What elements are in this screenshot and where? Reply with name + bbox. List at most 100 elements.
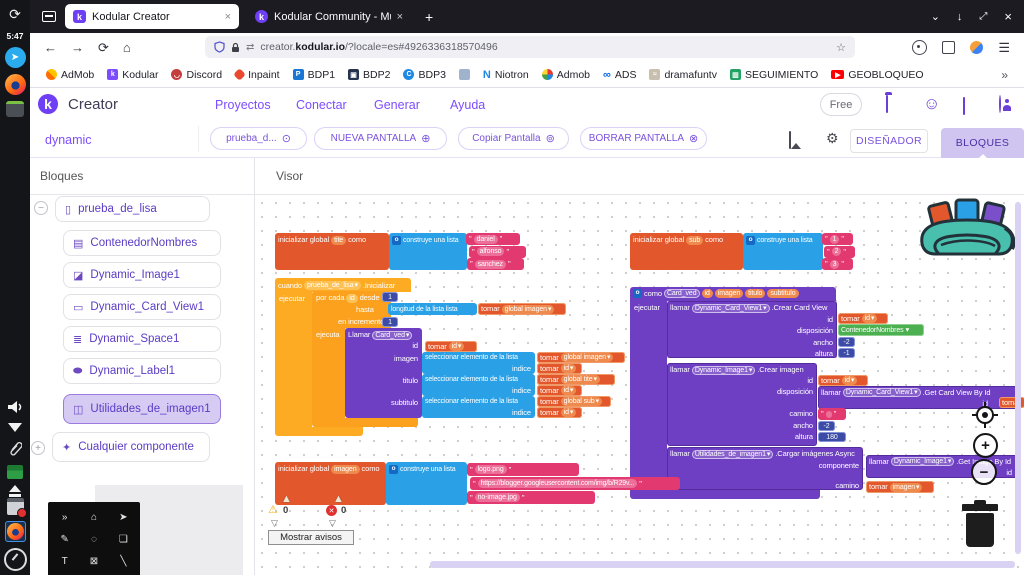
vertical-scrollbar[interactable] (1015, 202, 1021, 554)
bookmark-inpaint[interactable]: Inpaint (233, 68, 280, 81)
package-icon[interactable] (7, 465, 23, 479)
gauge-icon[interactable] (3, 548, 27, 571)
number-block[interactable]: 180 (818, 432, 846, 442)
component-dropdown[interactable]: Dynamic_Image1 ▾ (691, 365, 756, 375)
back-icon[interactable]: ← (44, 40, 57, 55)
palette-text-icon[interactable]: T (62, 556, 68, 567)
account-circle-icon[interactable] (999, 95, 1001, 113)
procedure-dropdown[interactable]: Card_ved ▾ (372, 330, 413, 340)
dropdown-chip[interactable]: id ▾ (560, 364, 577, 373)
text-block[interactable]: " no-image.jpg " (467, 491, 595, 504)
palette-frame-icon[interactable]: ⊠ (90, 556, 98, 567)
component-contenedor-block[interactable]: ContenedorNombres ▾ (838, 324, 924, 336)
make-list-block[interactable]: o construye una lista (386, 462, 467, 505)
get-id-block[interactable]: tomar id ▾ (425, 341, 477, 352)
delete-screen-button[interactable]: BORRAR PANTALLA ⊗ (580, 127, 707, 150)
number-block[interactable]: -2 (818, 421, 835, 431)
blocks-canvas[interactable]: inicializar global tite como o construye un… (255, 196, 1024, 575)
procedure-gutter[interactable]: ejecutar (630, 301, 667, 490)
tab-kodular-creator[interactable]: k Kodular Creator × (65, 4, 239, 29)
backpack-icon[interactable] (915, 198, 1020, 256)
bookmark-bdp1[interactable]: P BDP1 (292, 69, 335, 81)
mutator-icon[interactable]: o (392, 235, 401, 245)
dropdown-chip[interactable]: id ▾ (861, 314, 878, 323)
for-each-gutter[interactable]: ejecuta (312, 328, 345, 418)
dropdown-chip[interactable]: id ▾ (841, 376, 858, 385)
tree-item-dynamic-space[interactable]: ≣ Dynamic_Space1 (63, 326, 221, 352)
zoom-in-button[interactable]: + (973, 433, 998, 458)
url-bar[interactable]: ⇄ creator.kodular.io/?locale=es#49263363… (205, 36, 855, 58)
bookmark-ads[interactable]: ∞ ADS (603, 69, 636, 81)
telegram-icon[interactable]: ➤ (4, 47, 26, 68)
tab-kodular-community[interactable]: k Kodular Community - Mu × (245, 4, 413, 29)
number-block[interactable]: 1 (382, 317, 398, 327)
make-list-block[interactable]: o construye una lista (743, 233, 823, 270)
warning-icon[interactable]: ⚠ (268, 503, 278, 516)
param-chip[interactable]: imagen (714, 289, 744, 298)
get-id-block[interactable]: tomar id ▾ (537, 385, 582, 396)
expand-toggle-icon[interactable]: + (31, 441, 45, 455)
bookmark-geobloqueo[interactable]: ▶ GEOBLOQUEO (831, 69, 924, 81)
number-block[interactable]: -2 (838, 337, 855, 347)
copy-screen-button[interactable]: Copiar Pantalla ⊚ (458, 127, 569, 150)
extensions-icon[interactable] (942, 41, 956, 54)
tab-blocks-active[interactable]: BLOQUES (941, 128, 1024, 158)
bookmark-dramafuntv[interactable]: ≈ dramafuntv (649, 69, 717, 81)
center-blocks-icon[interactable] (972, 402, 998, 428)
component-dropdown[interactable]: Utilidades_de_imagen1 ▾ (691, 449, 774, 459)
network-icon[interactable] (8, 423, 22, 432)
mutator-icon[interactable]: o (746, 235, 755, 245)
power-icon[interactable]: ⟳ (5, 4, 26, 25)
get-global-imagen-block[interactable]: tomar global imagen ▾ (537, 352, 625, 363)
new-tab-button[interactable]: + (425, 9, 433, 25)
number-block[interactable]: 1 (382, 292, 398, 302)
assets-image-icon[interactable] (789, 131, 791, 149)
text-block[interactable]: " 1 " (822, 233, 853, 245)
dropdown-chip[interactable]: global imagen ▾ (501, 304, 555, 314)
get-imagen-block[interactable]: tomar imagen ▾ (866, 481, 934, 493)
text-block[interactable]: " sanchez " (467, 258, 524, 270)
param-chip[interactable]: id (701, 289, 713, 298)
number-block[interactable]: -1 (838, 348, 855, 358)
tree-item-dynamic-cardview[interactable]: ▭ Dynamic_Card_View1 (63, 294, 221, 320)
text-block[interactable]: " alfonso " (469, 245, 526, 258)
for-each-block[interactable]: por cada id desde hasta en incrementos d… (312, 291, 398, 328)
container-icon[interactable]: ⇄ (246, 42, 254, 53)
variable-block[interactable]: inicializar global sub como (630, 233, 743, 270)
bookmark-bdp3[interactable]: C BDP3 (403, 69, 446, 81)
bookmark-unnamed[interactable] (458, 69, 470, 80)
tree-item-screen[interactable]: ▯ prueba_de_lisa (55, 196, 210, 222)
component-dropdown[interactable]: Dynamic_Card_View1 ▾ (842, 388, 921, 397)
firefox-view-icon[interactable] (38, 6, 59, 27)
procedure-bottom[interactable] (630, 490, 820, 499)
menu-icon[interactable]: ☰ (998, 40, 1010, 56)
get-global-imagen-block[interactable]: tomar global imagen ▾ (478, 303, 566, 315)
for-each-bottom[interactable] (312, 418, 418, 427)
dropdown-chip[interactable]: imagen ▾ (889, 482, 923, 492)
select-list-item-block[interactable]: seleccionar elemento de la lista indice (422, 374, 535, 396)
palette-page-icon[interactable]: ❏ (119, 534, 128, 545)
plan-badge[interactable]: Free (820, 93, 862, 116)
text-block[interactable]: " daniel " (466, 233, 520, 245)
var-name-chip[interactable]: tite (331, 235, 347, 245)
dropdown-chip[interactable]: global imagen ▾ (560, 353, 614, 362)
zoom-out-button[interactable]: − (971, 459, 997, 485)
dropdown-chip[interactable]: id ▾ (448, 342, 465, 351)
trash-icon[interactable] (957, 500, 1003, 550)
var-name-chip[interactable]: imagen (331, 464, 360, 474)
menu-generar[interactable]: Generar (374, 98, 420, 112)
get-global-sub-block[interactable]: tomar global sub ▾ (537, 396, 611, 407)
text-block[interactable]: " logo.png " (467, 463, 579, 476)
tracking-shield-icon[interactable] (214, 41, 225, 53)
lock-icon[interactable] (231, 42, 240, 53)
event-block-gutter[interactable]: ejecutar (275, 292, 312, 427)
mutator-icon[interactable]: o (389, 464, 398, 474)
empty-text-block[interactable]: " " (818, 408, 846, 420)
call-get-image-by-id-block[interactable]: llamarDynamic_Image1▾.Get Image By Id id (866, 455, 1020, 478)
tab-close-icon[interactable]: × (225, 11, 231, 23)
bookmark-seguimiento[interactable]: ▥ SEGUIMIENTO (729, 69, 818, 81)
component-dropdown[interactable]: Dynamic_Image1 ▾ (890, 457, 955, 466)
paperclip-icon[interactable] (5, 438, 26, 459)
new-screen-button[interactable]: NUEVA PANTALLA ⊕ (314, 127, 447, 150)
tree-item-dynamic-label[interactable]: ⬬ Dynamic_Label1 (63, 358, 221, 384)
